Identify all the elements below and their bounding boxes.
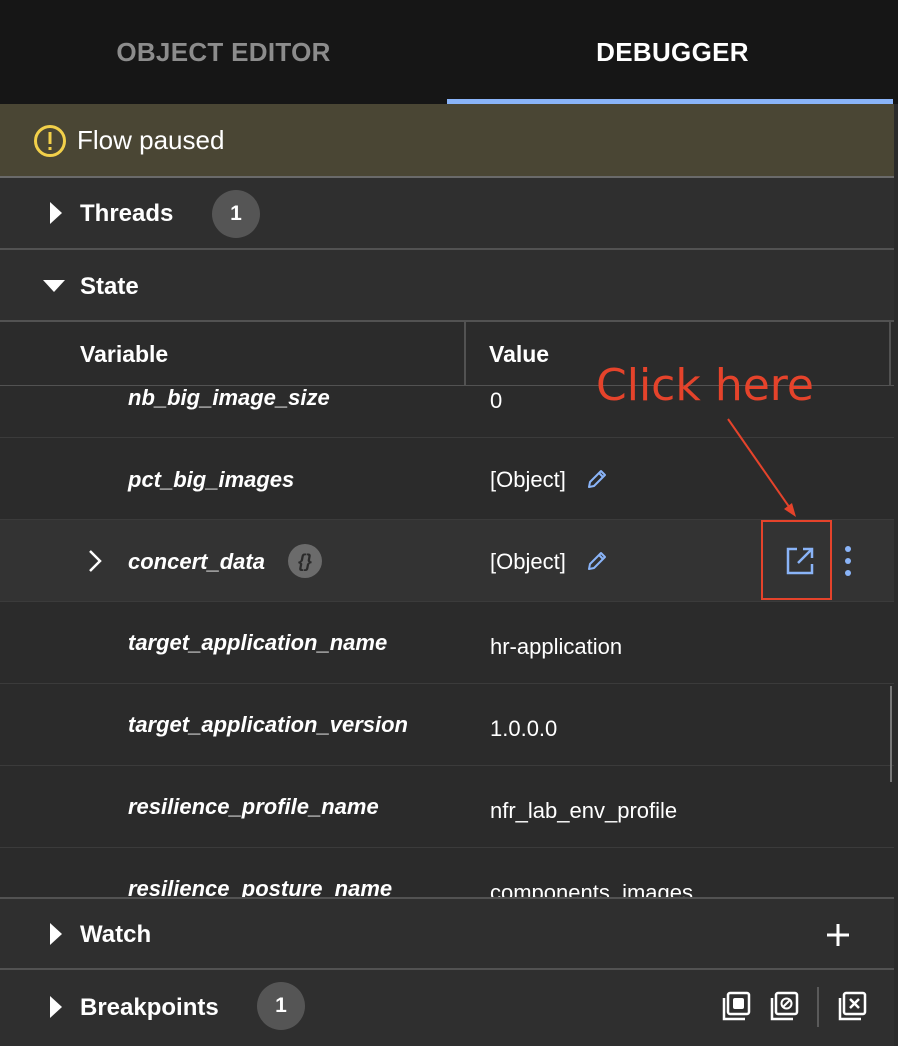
open-in-new-icon[interactable] — [784, 545, 816, 577]
watch-section-header[interactable]: Watch — [0, 899, 894, 969]
breakpoints-section-header[interactable]: Breakpoints 1 — [0, 970, 894, 1046]
table-row[interactable]: resilience_posture_name components_image… — [0, 848, 894, 897]
object-type-badge: {} — [288, 544, 322, 578]
variable-value: [Object] — [490, 467, 566, 492]
breakpoints-title: Breakpoints — [80, 994, 219, 1021]
variable-name: target_application_version — [128, 712, 408, 737]
variable-name: target_application_name — [128, 630, 388, 655]
table-row[interactable]: target_application_name hr-application — [0, 602, 894, 684]
variable-value: 0 — [490, 388, 503, 413]
table-row[interactable]: concert_data {} [Object] — [0, 520, 894, 602]
variable-value: [Object] — [490, 549, 566, 574]
watch-title: Watch — [80, 921, 152, 948]
chevron-right-icon[interactable] — [86, 549, 104, 573]
table-row[interactable]: resilience_profile_name nfr_lab_env_prof… — [0, 766, 894, 848]
flow-paused-banner: Flow paused — [0, 104, 894, 177]
column-divider — [464, 322, 466, 386]
variable-name: resilience_posture_name — [128, 876, 393, 897]
variable-name: nb_big_image_size — [128, 386, 330, 410]
caret-right-icon — [50, 996, 62, 1018]
flow-paused-text: Flow paused — [77, 125, 225, 155]
annotation-arrow — [727, 418, 796, 517]
variable-value: hr-application — [490, 634, 623, 659]
caret-right-icon — [50, 202, 62, 224]
plus-icon[interactable] — [826, 923, 850, 947]
column-header-variable[interactable]: Variable — [0, 322, 464, 386]
state-section-header[interactable]: State — [0, 250, 894, 320]
variable-value: 1.0.0.0 — [490, 716, 558, 741]
variable-name: concert_data — [128, 549, 265, 574]
toolbar-separator — [817, 987, 819, 1027]
tab-object-editor[interactable]: OBJECT EDITOR — [0, 0, 447, 104]
tab-debugger[interactable]: DEBUGGER — [447, 0, 898, 104]
variable-value: components_images — [490, 880, 694, 897]
column-divider — [889, 322, 891, 386]
scrollbar[interactable] — [890, 686, 892, 782]
caret-right-icon — [50, 923, 62, 945]
variable-name: pct_big_images — [128, 467, 295, 492]
activate-breakpoints-icon[interactable] — [722, 991, 752, 1021]
breakpoints-count-badge: 1 — [257, 982, 305, 1030]
caret-down-icon — [43, 280, 65, 292]
warning-circle-icon — [34, 125, 66, 157]
annotation-text: Click here — [596, 360, 814, 411]
threads-count-badge: 1 — [212, 190, 260, 238]
threads-section-header[interactable]: Threads 1 — [0, 178, 894, 248]
variable-name: resilience_profile_name — [128, 794, 379, 819]
remove-all-breakpoints-icon[interactable] — [838, 991, 868, 1021]
deactivate-breakpoints-icon[interactable] — [770, 991, 800, 1021]
pencil-edit-icon[interactable] — [586, 468, 608, 490]
state-title: State — [80, 273, 139, 300]
table-row[interactable]: target_application_version 1.0.0.0 — [0, 684, 894, 766]
variable-value: nfr_lab_env_profile — [490, 798, 678, 823]
pencil-edit-icon[interactable] — [586, 550, 608, 572]
threads-title: Threads — [80, 200, 174, 227]
more-vert-icon[interactable] — [838, 544, 858, 578]
tab-bar: OBJECT EDITOR DEBUGGER — [0, 0, 898, 104]
